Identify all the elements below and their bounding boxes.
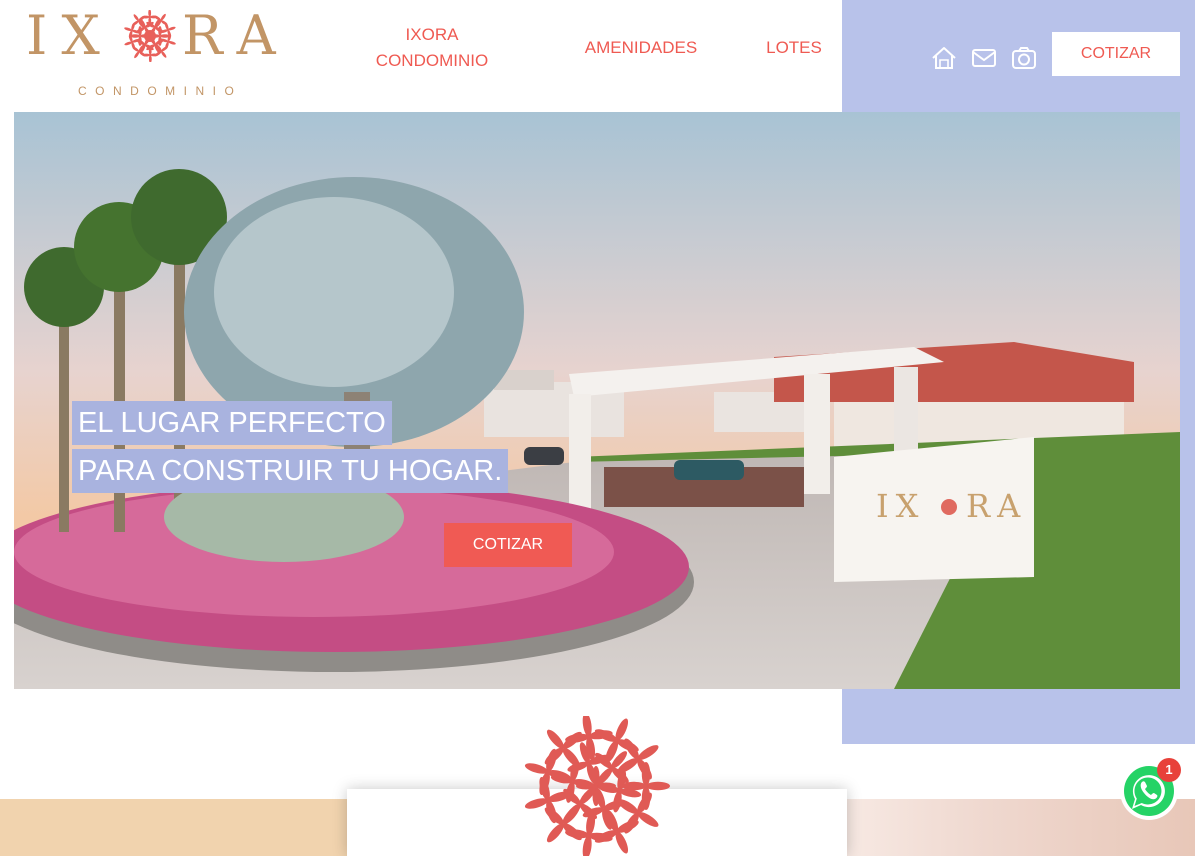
svg-text:RA: RA xyxy=(966,487,1027,525)
ixora-flower-emblem-icon xyxy=(524,716,670,856)
home-icon[interactable] xyxy=(930,44,958,72)
nav-lotes[interactable]: LOTES xyxy=(760,35,828,61)
peach-section-block xyxy=(0,799,350,856)
header-cotizar-button[interactable]: COTIZAR xyxy=(1052,32,1180,76)
nav-amenidades[interactable]: AMENIDADES xyxy=(576,35,706,61)
gate-sign-text: IX xyxy=(876,487,925,525)
ixora-logo[interactable]: IX RA CONDOMINIO xyxy=(26,6,298,100)
ixora-flower-icon xyxy=(124,10,176,62)
logo-letters-right: RA xyxy=(182,4,290,67)
hero-cotizar-button[interactable]: COTIZAR xyxy=(444,523,572,567)
camera-icon[interactable] xyxy=(1010,44,1038,72)
hero-banner: IX RA EL LUGAR PERFECTO PARA CONSTRUIR T… xyxy=(14,112,1180,689)
logo-subtitle: CONDOMINIO xyxy=(78,84,243,98)
hero-headline-line-1: EL LUGAR PERFECTO xyxy=(72,401,392,445)
logo-letters-left: IX xyxy=(26,4,114,67)
nav-ixora-condominio[interactable]: IXORA CONDOMINIO xyxy=(356,22,508,74)
notification-badge: 1 xyxy=(1157,758,1181,782)
mail-icon[interactable] xyxy=(970,44,998,72)
hero-headline-line-2: PARA CONSTRUIR TU HOGAR. xyxy=(72,449,509,493)
